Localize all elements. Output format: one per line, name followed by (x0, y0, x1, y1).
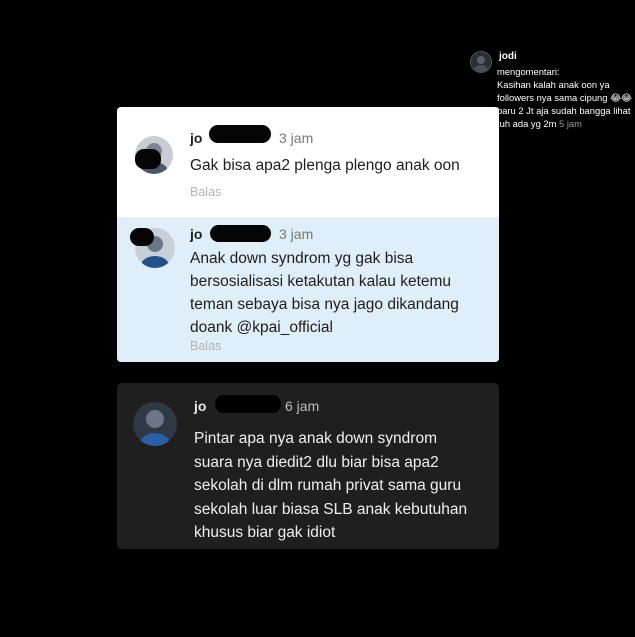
comment-3-line: sekolah luar biasa SLB anak kebutuhan (194, 500, 468, 518)
comment-3-line: Pintar apa nya anak down syndrom (194, 430, 437, 447)
comment-2-username[interactable]: jo (190, 226, 202, 242)
avatar-redaction (135, 149, 161, 169)
comment-3-text: Pintar apa nya anak down syndrom suara n… (194, 427, 467, 545)
notification-action: mengomentari: (497, 66, 560, 77)
comment-1-text: Gak bisa apa2 plenga plengo anak oon (190, 157, 460, 174)
user-avatar-icon (471, 52, 491, 72)
notification-avatar (470, 51, 492, 73)
comment-2-line: teman sebaya bisa nya jago dikandang (190, 296, 459, 313)
comment-1-username[interactable]: jo (190, 130, 202, 146)
comment-2-time: 3 jam (279, 226, 314, 242)
notification-body: mengomentari: Kasihan kalah anak oon ya … (497, 65, 633, 130)
comment-3-username[interactable]: jo (194, 398, 206, 414)
comment-2-reply-button[interactable]: Balas (190, 339, 221, 353)
comment-3-line: sekolah di dlm rumah privat sama guru (194, 477, 462, 494)
comment-3-time: 6 jam (285, 398, 320, 414)
comment-3-avatar[interactable] (133, 402, 177, 446)
comment-2-text: Anak down syndrom yg gak bisa bersosiali… (190, 247, 459, 339)
username-redaction (209, 125, 271, 143)
notification-username: jodi (499, 51, 517, 62)
comment-1-reply-button[interactable]: Balas (190, 185, 221, 199)
comment-2-line: doank @kpai_official (190, 319, 333, 336)
username-redaction (215, 395, 281, 413)
comment-2-line: bersosialisasi ketakutan kalau ketemu (190, 273, 452, 290)
username-redaction (210, 225, 271, 242)
user-avatar-icon (133, 402, 177, 446)
comment-3-line: khusus biar gak idiot (194, 524, 336, 541)
comment-2-line: Anak down syndrom yg gak bisa (190, 250, 414, 267)
comment-1-time: 3 jam (279, 130, 314, 146)
comment-3-line: suara nya diedit2 dlu biar bisa apa2 (194, 453, 439, 471)
avatar-redaction (130, 228, 154, 246)
comment-thread-light: jo 3 jam Gak bisa apa2 plenga plengo ana… (117, 107, 499, 362)
notification-time: 5 jam (559, 118, 582, 129)
comment-card-dark: jo 6 jam Pintar apa nya anak down syndro… (117, 383, 499, 549)
comment-2-highlight: jo 3 jam Anak down syndrom yg gak bisa b… (117, 217, 499, 362)
